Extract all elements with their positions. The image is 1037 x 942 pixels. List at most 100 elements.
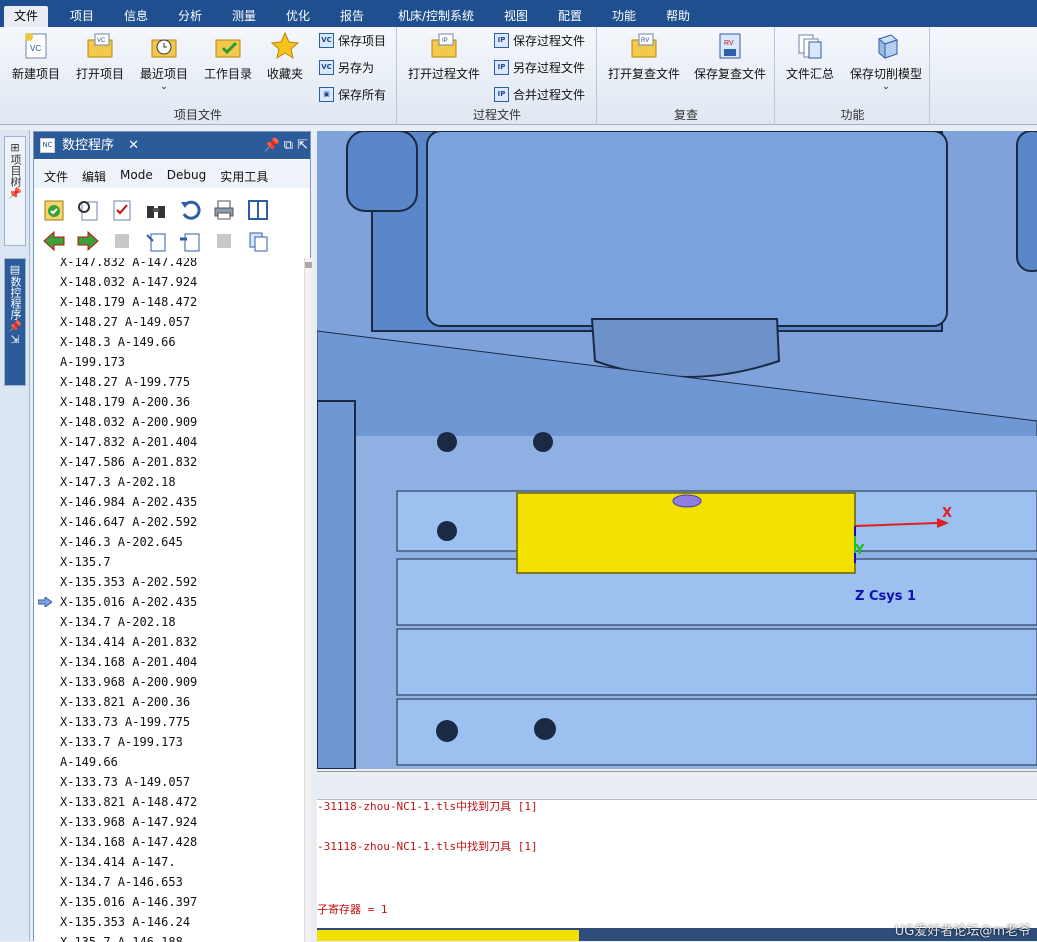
nc-code-line[interactable]: X-133.968 A-147.924	[60, 812, 197, 832]
dock-icon[interactable]: ⇲	[10, 333, 19, 346]
nc-insert-icon[interactable]	[178, 229, 202, 253]
menu-view[interactable]: 视图	[494, 6, 538, 27]
close-icon[interactable]: ✕	[128, 138, 139, 153]
pin-icon[interactable]: 📌	[8, 187, 22, 200]
panel-menu-mode[interactable]: Mode	[120, 168, 153, 188]
save-review-icon: RV	[719, 33, 741, 59]
nc-code-line[interactable]: X-148.27 A-199.775	[60, 372, 190, 392]
menu-function[interactable]: 功能	[602, 6, 646, 27]
nc-code-line[interactable]: X-135.353 A-146.24	[60, 912, 190, 932]
nc-code-line[interactable]: X-147.3 A-202.18	[60, 472, 176, 492]
nc-code-line[interactable]: X-148.032 A-147.924	[60, 272, 197, 292]
nc-code-line[interactable]: X-148.032 A-200.909	[60, 412, 197, 432]
verify-nc-icon[interactable]	[110, 198, 134, 222]
nc-code-line[interactable]: X-133.7 A-199.173	[60, 732, 183, 752]
menu-analysis[interactable]: 分析	[168, 6, 212, 27]
file-summary-button[interactable]: 文件汇总	[782, 31, 838, 82]
nc-code-line[interactable]: X-133.821 A-200.36	[60, 692, 190, 712]
project-tree-tab[interactable]: ⊞ 项目树 📌	[4, 136, 26, 246]
nc-code-line[interactable]: X-146.647 A-202.592	[60, 512, 197, 532]
nc-code-line[interactable]: X-148.27 A-149.057	[60, 312, 190, 332]
scroll-thumb[interactable]	[305, 262, 312, 268]
recent-projects-button[interactable]: 最近项目 ⌄	[136, 31, 192, 92]
nc-code-line[interactable]: X-135.016 A-146.397	[60, 892, 197, 912]
previous-arrow-icon[interactable]	[42, 229, 66, 253]
undo-icon[interactable]	[178, 198, 202, 222]
nc-code-line[interactable]: X-148.179 A-148.472	[60, 292, 197, 312]
save-process-as-button[interactable]: IP 另存过程文件	[494, 59, 585, 76]
nc-goto-icon[interactable]	[144, 229, 168, 253]
menu-help[interactable]: 帮助	[656, 6, 700, 27]
nc-code-line[interactable]: X-135.7	[60, 552, 111, 572]
save-cut-model-button[interactable]: 保存切削模型 ⌄	[846, 31, 926, 92]
nc-code-line[interactable]: X-133.821 A-148.472	[60, 792, 197, 812]
open-process-file-button[interactable]: IP 打开过程文件	[406, 31, 482, 82]
new-project-button[interactable]: VC 新建项目	[8, 31, 64, 82]
nc-code-list[interactable]: X-147.832 A-147.428 X-148.032 A-147.924 X-…	[34, 258, 304, 942]
nc-program-tab[interactable]: ▤ 数控程序 📌 ⇲	[4, 258, 26, 386]
panel-menu-debug[interactable]: Debug	[167, 168, 206, 188]
code-scrollbar[interactable]	[304, 258, 312, 942]
svg-text:VC: VC	[97, 38, 106, 44]
work-directory-button[interactable]: 工作目录	[200, 31, 256, 82]
nc-code-line[interactable]: X-146.3 A-202.645	[60, 532, 183, 552]
nc-code-line[interactable]: X-147.586 A-201.832	[60, 452, 197, 472]
message-console[interactable]: -31118-zhou-NC1-1.tls中找到刀具 [1] -31118-zh…	[317, 771, 1037, 941]
group-project-files: VC 新建项目 VC 打开项目 最近项目 ⌄ 工作目录 收藏夹 VC 保存项目 V…	[0, 27, 397, 125]
nc-code-line[interactable]: X-147.832 A-147.428	[60, 258, 197, 272]
save-as-button[interactable]: VC 另存为	[319, 59, 374, 76]
nc-code-line[interactable]: X-147.832 A-201.404	[60, 432, 197, 452]
nc-code-line[interactable]: X-134.168 A-201.404	[60, 652, 197, 672]
nc-code-line[interactable]: A-199.173	[60, 352, 125, 372]
nc-code-line[interactable]: X-133.968 A-200.909	[60, 672, 197, 692]
split-view-icon[interactable]	[246, 198, 270, 222]
menu-measure[interactable]: 测量	[222, 6, 266, 27]
merge-process-file-button[interactable]: IP 合并过程文件	[494, 86, 585, 103]
check-syntax-icon[interactable]	[42, 198, 66, 222]
nc-code-line[interactable]: X-133.73 A-199.775	[60, 712, 190, 732]
nc-code-line[interactable]: X-134.414 A-201.832	[60, 632, 197, 652]
nc-code-line[interactable]: X-148.3 A-149.66	[60, 332, 176, 352]
open-project-button[interactable]: VC 打开项目	[72, 31, 128, 82]
menu-optimize[interactable]: 优化	[276, 6, 320, 27]
binoculars-icon[interactable]	[144, 198, 168, 222]
panel-menu-edit[interactable]: 编辑	[82, 168, 106, 188]
nc-code-line[interactable]: X-134.168 A-147.428	[60, 832, 197, 852]
menu-file[interactable]: 文件	[4, 6, 48, 27]
disabled-export-icon	[217, 234, 231, 248]
nc-code-line[interactable]: X-134.7 A-146.653	[60, 872, 183, 892]
menu-info[interactable]: 信息	[114, 6, 158, 27]
pin-icon[interactable]: 📌	[8, 320, 22, 333]
menu-machine-control[interactable]: 机床/控制系统	[388, 6, 484, 27]
next-arrow-icon[interactable]	[76, 229, 100, 253]
nc-code-line[interactable]: X-135.016 A-202.435	[60, 592, 197, 612]
float-icon[interactable]: ⧉	[284, 132, 293, 159]
open-review-file-button[interactable]: RV 打开复查文件	[606, 31, 682, 82]
menu-config[interactable]: 配置	[548, 6, 592, 27]
favorites-button[interactable]: 收藏夹	[262, 31, 308, 82]
print-icon[interactable]	[212, 198, 236, 222]
save-process-file-button[interactable]: IP 保存过程文件	[494, 32, 585, 49]
save-all-button[interactable]: ▣ 保存所有	[319, 86, 386, 103]
menu-report[interactable]: 报告	[330, 6, 374, 27]
favorites-label: 收藏夹	[266, 67, 303, 81]
nc-code-line[interactable]: A-149.66	[60, 752, 118, 772]
3d-simulation-viewport[interactable]: X Y Z Csys 1	[317, 131, 1037, 769]
search-nc-icon[interactable]	[76, 198, 100, 222]
nc-code-line[interactable]: X-146.984 A-202.435	[60, 492, 197, 512]
menu-project[interactable]: 项目	[60, 6, 104, 27]
save-review-file-button[interactable]: RV 保存复查文件	[692, 31, 768, 82]
nc-code-line[interactable]: X-133.73 A-149.057	[60, 772, 190, 792]
panel-menu-utilities[interactable]: 实用工具	[220, 168, 268, 188]
nc-code-line[interactable]: X-148.179 A-200.36	[60, 392, 190, 412]
save-project-button[interactable]: VC 保存项目	[319, 32, 386, 49]
cube-icon	[877, 34, 899, 60]
nc-refresh-icon[interactable]	[246, 229, 270, 253]
file-summary-label: 文件汇总	[785, 67, 834, 81]
nc-code-line[interactable]: X-134.414 A-147.	[60, 852, 176, 872]
pin-icon[interactable]: 📌	[264, 132, 280, 159]
panel-menu-file[interactable]: 文件	[44, 168, 68, 188]
undock-icon[interactable]: ⇱	[297, 132, 308, 159]
nc-code-line[interactable]: X-134.7 A-202.18	[60, 612, 176, 632]
nc-code-line[interactable]: X-135.353 A-202.592	[60, 572, 197, 592]
